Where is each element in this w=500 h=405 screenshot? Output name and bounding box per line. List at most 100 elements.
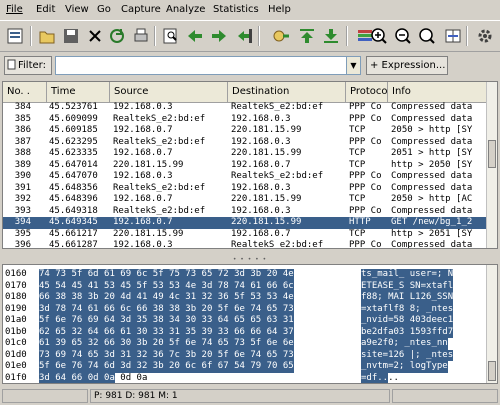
cell-time: 45.661217 [49,228,98,239]
back-icon[interactable] [184,25,206,47]
byte-ascii[interactable]: =df.... [361,372,399,384]
column-no[interactable]: No. . [3,82,47,102]
reload-icon[interactable] [106,25,128,47]
save-icon[interactable] [60,25,82,47]
cell-info: Compressed data [391,136,473,147]
menu-capture[interactable]: Capture [121,4,161,15]
bytes-row: 0160 74 73 5f 6d 61 69 6c 5f 75 73 65 72 … [3,269,489,281]
cell-dst: 192.168.0.3 [231,113,291,124]
cell-proto: TCP [349,148,366,158]
capture-options-icon[interactable] [474,25,496,47]
bytes-scrollbar[interactable] [486,265,497,383]
packet-row[interactable]: 390 45.647070 192.168.0.3 RealtekS_e2:bd:ef… [3,171,489,183]
go-first-packet-icon[interactable] [270,25,292,47]
close-icon[interactable] [84,25,106,47]
filter-dropdown-icon[interactable]: ▼ [346,56,361,75]
menu-help[interactable]: Help [268,4,291,15]
cell-dst: 192.168.0.3 [231,136,291,147]
packet-row[interactable]: 389 45.647014 220.181.15.99 192.168.0.7 TCP h… [3,160,489,172]
byte-hex[interactable]: 3d 78 74 61 66 6c 66 38 38 3b 20 5f 6e 7… [39,303,294,315]
byte-hex[interactable]: 5f 6e 76 69 64 3d 35 38 34 30 33 64 65 6… [39,315,294,327]
main-toolbar [0,20,500,52]
cell-time: 45.623295 [49,136,98,147]
byte-ascii[interactable]: be2dfa03 1593ffd7 [361,326,454,338]
open-icon[interactable] [36,25,58,47]
packet-row[interactable]: 391 45.648356 RealtekS_e2:bd:ef 192.168.0.3… [3,183,489,195]
find-icon[interactable] [160,25,182,47]
zoom-in-icon[interactable] [368,25,390,47]
packet-row[interactable]: 388 45.623335 192.168.0.7 220.181.15.99 TCP 2… [3,148,489,160]
byte-ascii[interactable]: a9e2f0; _ntes_nn [361,338,448,350]
scrollbar-thumb[interactable] [488,140,496,168]
resize-columns-icon[interactable] [442,25,464,47]
byte-ascii[interactable]: =xtaflf8 8; _ntes [361,303,454,315]
cell-proto: TCP [349,159,366,170]
zoom-normal-icon[interactable] [416,25,438,47]
print-icon[interactable] [130,25,152,47]
byte-ascii[interactable]: _nvid=58 403deec1 [361,315,454,327]
menu-go[interactable]: Go [97,4,111,15]
cell-proto: TCP [349,125,366,135]
go-top-icon[interactable] [296,25,318,47]
cell-no: 388 [14,148,31,158]
packet-row[interactable]: 394 45.649345 192.168.0.7 220.181.15.99 HTTP… [3,217,489,229]
interface-list-icon[interactable] [4,25,26,47]
scrollbar-thumb[interactable] [488,361,496,381]
packet-list-scrollbar[interactable] [486,82,497,248]
cell-time: 45.649345 [49,217,98,227]
byte-offset: 0170 [5,280,27,291]
byte-hex[interactable]: 74 73 5f 6d 61 69 6c 5f 75 73 65 72 3d 3… [39,269,294,281]
byte-ascii[interactable]: f88; MAI L126_SSN [361,292,454,304]
cell-src: 192.168.0.7 [113,217,173,227]
cell-no: 389 [14,159,31,170]
column-source[interactable]: Source [110,82,228,102]
cell-proto: PPP Co [349,240,382,249]
cell-proto: TCP [349,228,366,239]
byte-offset: 01b0 [5,326,27,337]
menu-edit[interactable]: Edit [36,4,55,15]
byte-hex[interactable]: 3d 64 66 0d 0a 0d 0a [39,372,148,384]
cell-no: 393 [14,205,31,216]
menu-analyze[interactable]: Analyze [166,4,205,15]
packet-row[interactable]: 384 45.523761 192.168.0.3 RealtekS_e2:bd:ef… [3,102,489,114]
menu-bar: File Edit View Go Capture Analyze Statis… [0,0,500,20]
packet-row[interactable]: 392 45.648396 192.168.0.7 220.181.15.99 TCP 2… [3,194,489,206]
column-info[interactable]: Info [388,82,489,102]
packet-row[interactable]: 395 45.661217 220.181.15.99 192.168.0.7 TCP h… [3,229,489,241]
byte-hex[interactable]: 62 65 32 64 66 61 30 33 31 35 39 33 66 6… [39,326,294,338]
byte-ascii[interactable]: ETEASE_S SN=xtafl [361,280,454,292]
cell-info: 2050 > http [AC [391,194,473,204]
menu-view[interactable]: View [65,4,89,15]
packet-row[interactable]: 386 45.609185 192.168.0.7 220.181.15.99 TCP 2… [3,125,489,137]
byte-ascii[interactable]: _nvtm=2; logType [361,361,448,373]
byte-hex[interactable]: 73 69 74 65 3d 31 32 36 7c 3b 20 5f 6e 7… [39,349,294,361]
packet-row[interactable]: 387 45.623295 RealtekS_e2:bd:ef 192.168.0.3… [3,137,489,149]
byte-ascii[interactable]: site=126 |; _ntes [361,349,454,361]
byte-hex[interactable]: 61 39 65 32 66 30 3b 20 5f 6e 74 65 73 5… [39,338,294,350]
packet-row[interactable]: 393 45.649318 RealtekS_e2:bd:ef 192.168.0.3… [3,206,489,218]
forward-icon[interactable] [208,25,230,47]
zoom-out-icon[interactable] [392,25,414,47]
menu-statistics[interactable]: Statistics [213,4,259,15]
cell-time: 45.661287 [49,240,98,249]
column-destination[interactable]: Destination [228,82,346,102]
menu-file[interactable]: File [6,4,23,15]
byte-hex[interactable]: 45 54 45 41 53 45 5f 53 53 4e 3d 78 74 6… [39,280,294,292]
go-bottom-icon[interactable] [320,25,342,47]
expression-button[interactable]: + Expression... [366,56,448,75]
byte-ascii[interactable]: ts_mail_ user=; N [361,269,454,281]
byte-hex[interactable]: 66 38 38 3b 20 4d 41 49 4c 31 32 36 5f 5… [39,292,294,304]
packet-row[interactable]: 385 45.609099 RealtekS_e2:bd:ef 192.168.0.3… [3,114,489,126]
byte-hex[interactable]: 5f 6e 76 74 6d 3d 32 3b 20 6c 6f 67 54 7… [39,361,294,373]
expression-label: + Expression... [370,60,446,71]
byte-hex-rest: 0d 0a [114,372,148,383]
packet-row[interactable]: 396 45.661287 192.168.0.3 RealtekS_e2:bd:ef… [3,240,489,249]
filter-input[interactable] [55,56,355,75]
go-to-packet-icon[interactable] [234,25,256,47]
column-time[interactable]: Time [47,82,110,102]
cell-no: 387 [14,136,31,147]
cell-dst: 192.168.0.7 [231,228,291,239]
filter-button[interactable]: Filter: [4,56,52,75]
pane-splitter[interactable]: • • • • • [0,254,500,264]
column-protocol[interactable]: Protocol [346,82,388,102]
